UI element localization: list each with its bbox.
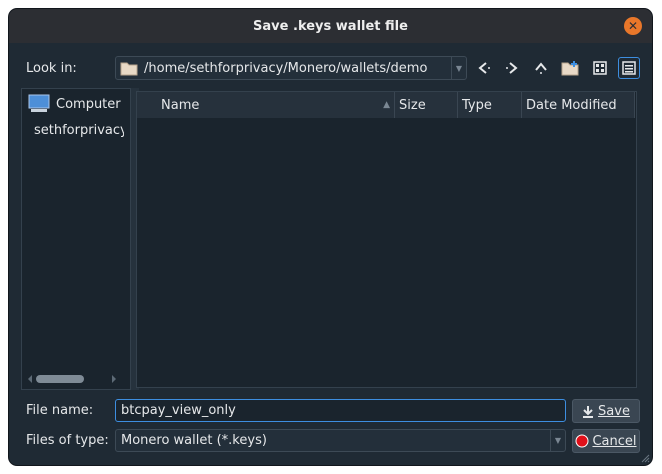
file-type-label: Files of type: xyxy=(26,433,109,448)
file-name-input[interactable]: btcpay_view_only xyxy=(115,399,566,422)
title-bar: Save .keys wallet file ✕ xyxy=(9,9,652,43)
column-header-date-modified[interactable]: Date Modified xyxy=(522,92,635,118)
download-icon xyxy=(583,405,594,418)
sidebar-horizontal-scrollbar[interactable] xyxy=(26,373,118,383)
new-folder-button[interactable] xyxy=(559,57,581,79)
save-button[interactable]: Save xyxy=(572,399,640,423)
file-list-header: Name ▲ Size Type Date Modified xyxy=(137,92,635,118)
places-sidebar: Computer sethforprivacy xyxy=(21,88,131,390)
grid-view-icon xyxy=(593,61,607,75)
new-folder-icon xyxy=(561,61,579,76)
folder-icon xyxy=(120,62,138,76)
column-header-name[interactable]: Name ▲ xyxy=(137,92,395,118)
column-name-label: Name xyxy=(161,97,200,113)
file-name-label: File name: xyxy=(26,403,94,418)
chevron-down-icon[interactable]: ▼ xyxy=(550,430,565,451)
column-header-type[interactable]: Type xyxy=(458,92,522,118)
arrow-up-icon xyxy=(535,62,547,74)
forward-button[interactable] xyxy=(501,57,523,79)
file-list-view[interactable]: Name ▲ Size Type Date Modified xyxy=(136,91,637,388)
computer-icon xyxy=(28,94,50,112)
back-button[interactable] xyxy=(473,57,495,79)
close-button[interactable]: ✕ xyxy=(624,17,642,35)
cancel-button[interactable]: Cancel xyxy=(572,429,640,453)
resize-grip-icon[interactable] xyxy=(640,453,650,463)
dialog-title: Save .keys wallet file xyxy=(253,18,408,34)
save-button-label: Save xyxy=(598,403,630,419)
sidebar-item-label: sethforprivacy xyxy=(34,122,124,138)
file-name-value: btcpay_view_only xyxy=(121,403,236,418)
file-type-combobox[interactable]: Monero wallet (*.keys) ▼ xyxy=(115,429,566,452)
list-view-button[interactable] xyxy=(589,57,611,79)
arrow-left-icon xyxy=(478,62,490,74)
detail-view-icon xyxy=(622,61,636,75)
look-in-path: /home/sethforprivacy/Monero/wallets/demo xyxy=(144,60,428,76)
column-modified-label: Date Modified xyxy=(526,97,617,113)
cancel-button-label: Cancel xyxy=(592,433,637,449)
column-size-label: Size xyxy=(399,97,426,113)
sidebar-item-computer[interactable]: Computer xyxy=(28,92,124,116)
column-header-size[interactable]: Size xyxy=(395,92,458,118)
save-file-dialog: Save .keys wallet file ✕ Look in: /home/… xyxy=(9,9,652,465)
parent-directory-button[interactable] xyxy=(530,57,552,79)
sidebar-item-home[interactable]: sethforprivacy xyxy=(28,118,124,142)
chevron-down-icon[interactable]: ▼ xyxy=(451,57,466,79)
look-in-combobox[interactable]: /home/sethforprivacy/Monero/wallets/demo… xyxy=(115,56,467,80)
close-icon: ✕ xyxy=(627,19,639,33)
detail-view-button[interactable] xyxy=(618,57,640,79)
sidebar-item-label: Computer xyxy=(56,96,121,112)
arrow-right-icon xyxy=(506,62,518,74)
look-in-label: Look in: xyxy=(26,61,77,76)
sort-ascending-icon: ▲ xyxy=(383,100,390,110)
cancel-icon xyxy=(575,434,589,448)
file-type-value: Monero wallet (*.keys) xyxy=(121,433,267,448)
column-type-label: Type xyxy=(462,97,492,113)
